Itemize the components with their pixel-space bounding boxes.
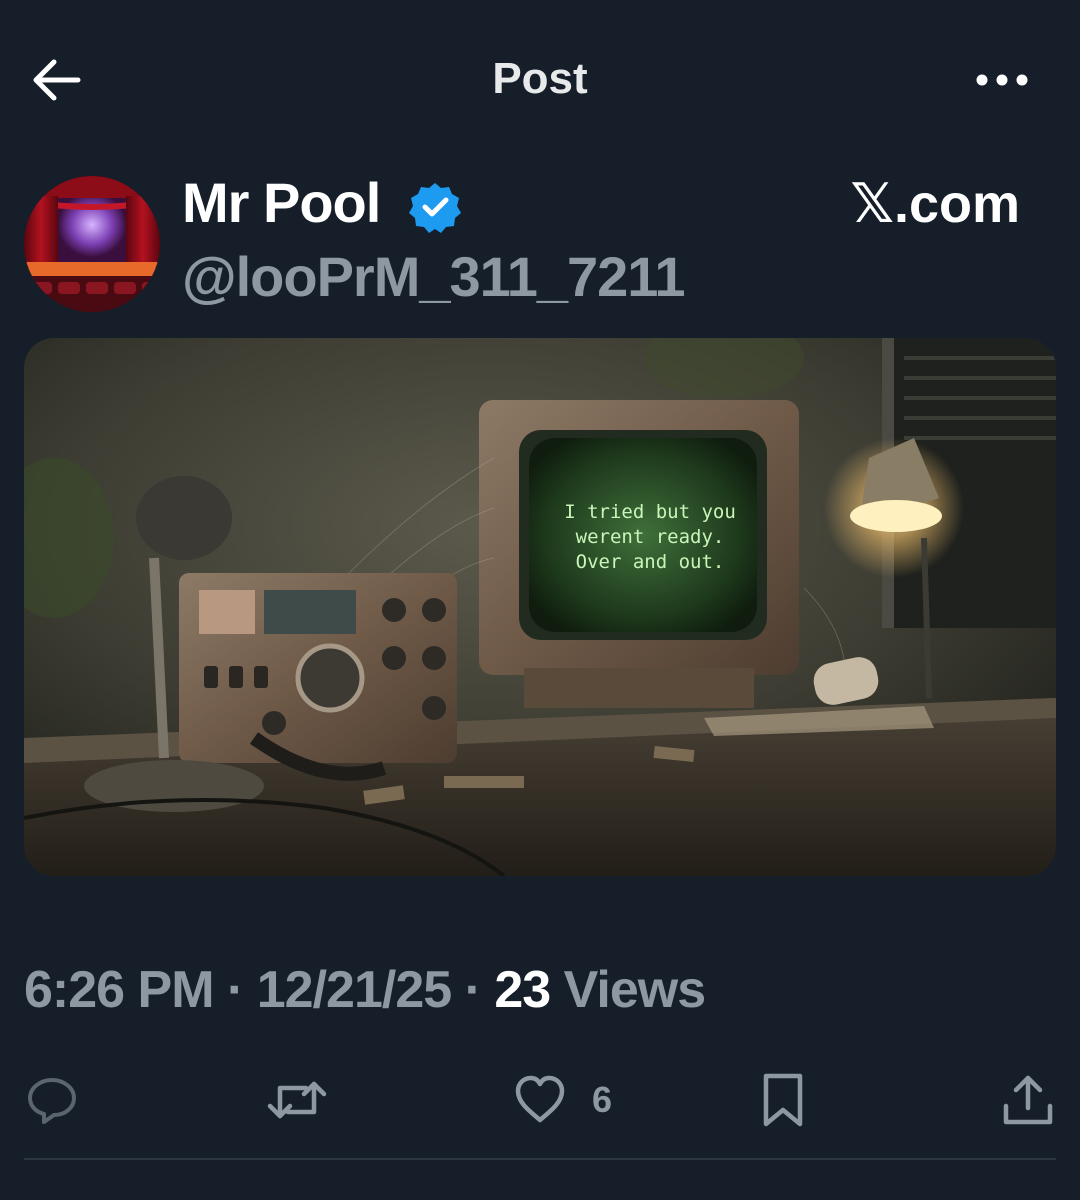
repost-icon [267,1081,327,1119]
like-count: 6 [592,1079,613,1120]
heart-icon [515,1075,565,1123]
screen-text-line-2: werent ready. [576,526,725,548]
reply-button[interactable] [24,1070,80,1130]
screen-text-line-3: Over and out. [576,551,725,573]
post-time: 6:26 PM [24,961,215,1019]
meta-separator: · [213,961,257,1019]
views-label: Views [550,961,706,1019]
theater-stage-image [24,176,160,312]
top-bar: Post [0,0,1080,150]
bookmark-icon [763,1073,803,1127]
screen-text-line-1: I tried but you [564,501,736,523]
abandoned-radio-room-image: I tried but you werent ready. Over and o… [24,338,1056,876]
verified-badge-icon [409,183,461,233]
bottom-divider [24,1158,1056,1160]
post-image[interactable]: I tried but you werent ready. Over and o… [24,338,1056,876]
more-options-button[interactable] [970,62,1034,98]
page-title: Post [492,54,588,103]
avatar[interactable] [24,176,160,312]
like-button[interactable]: 6 [512,1070,612,1130]
post-date: 12/21/25 [256,961,452,1019]
reply-icon [28,1078,76,1124]
site-watermark: 𝕏.com [850,174,1020,234]
meta-separator: · [451,961,495,1019]
post-author: Mr Pool @looPrM_311_7211 𝕏.com [24,171,1056,314]
user-handle[interactable]: @looPrM_311_7211 [182,244,685,309]
share-icon [1003,1075,1053,1125]
views-count: 23 [494,961,551,1019]
action-bar: 6 [0,1060,1080,1140]
repost-button[interactable] [266,1070,328,1130]
display-name[interactable]: Mr Pool [182,170,381,235]
more-horizontal-icon [976,74,1028,86]
post-meta: 6:26 PM · 12/21/25 · 23 Views [24,960,706,1020]
share-button[interactable] [1000,1070,1056,1130]
bookmark-button[interactable] [758,1070,808,1130]
